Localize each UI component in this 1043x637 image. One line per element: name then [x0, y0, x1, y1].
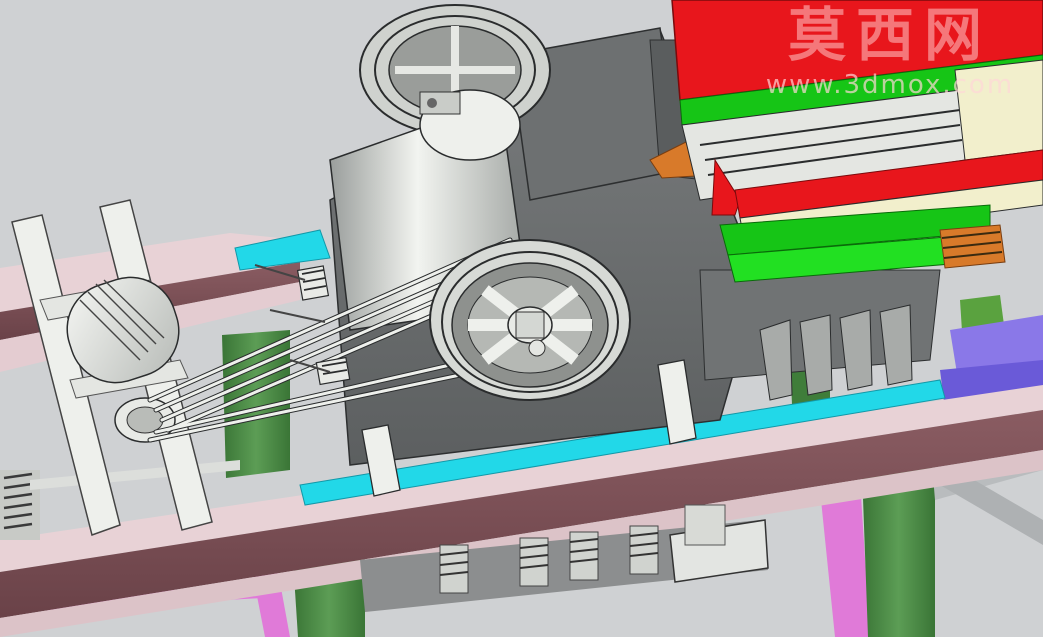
watermark-title: 莫西网: [787, 1, 992, 69]
belt-pulley-icon: [429, 239, 631, 401]
watermark-url: www.3dmox.com: [765, 70, 1015, 100]
cad-viewport[interactable]: 莫西网 www.3dmox.com: [0, 0, 1043, 637]
